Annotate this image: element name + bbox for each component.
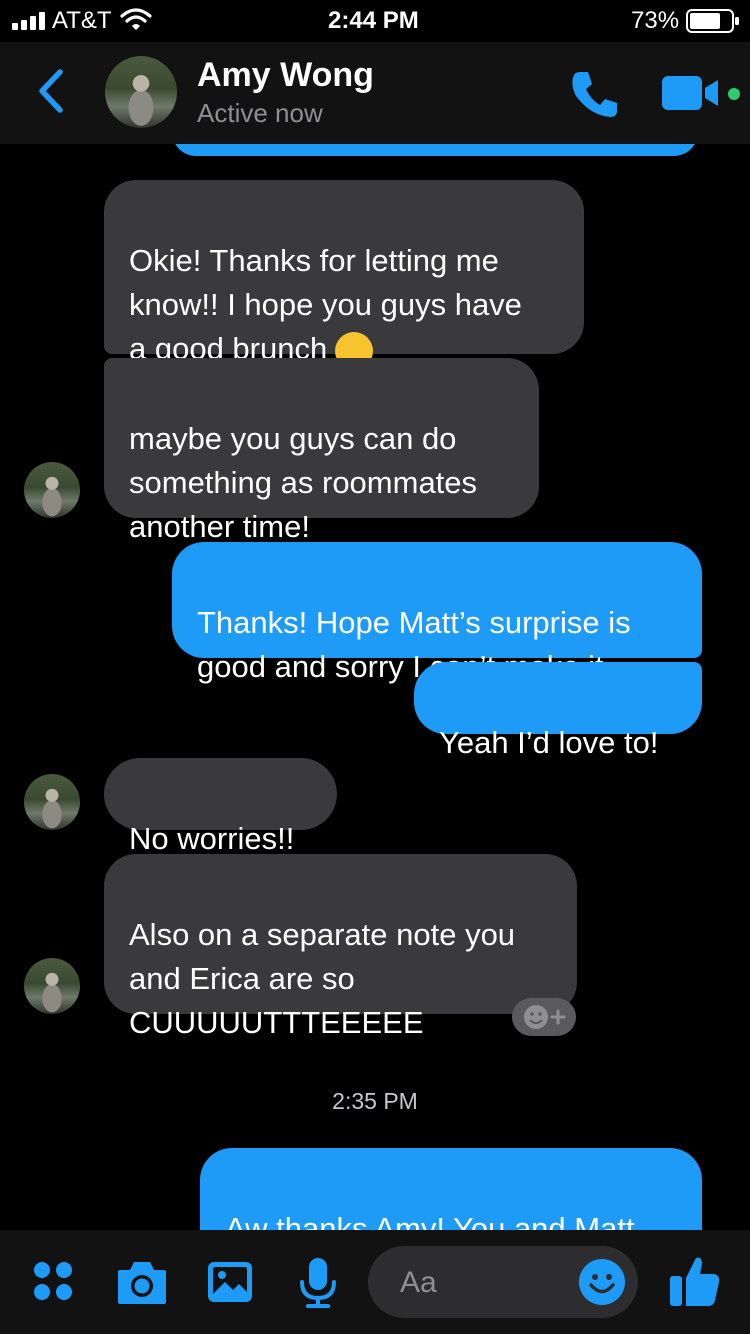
camera-icon (118, 1262, 166, 1304)
emoji-button[interactable] (578, 1258, 626, 1306)
status-bar: AT&T 2:44 PM 73% (0, 0, 750, 42)
back-button[interactable] (30, 66, 74, 116)
video-camera-icon (662, 76, 718, 110)
sender-avatar[interactable] (24, 462, 80, 518)
voice-message-button[interactable] (298, 1256, 338, 1310)
timestamp-divider: 2:35 PM (332, 1088, 418, 1114)
message-text: maybe you guys can do something as roomm… (129, 421, 478, 544)
message-bubble-outgoing[interactable]: Thanks! Hope Matt’s surprise is good and… (172, 542, 702, 684)
microphone-icon (300, 1258, 336, 1308)
chat-header: Amy Wong Active now (0, 42, 750, 144)
message-input-placeholder: Aa (400, 1266, 437, 1299)
message-bubble-incoming[interactable]: No worries!! (104, 758, 337, 856)
message-bubble-outgoing[interactable]: Yeah I’d love to! (414, 662, 702, 760)
chevron-left-icon (39, 69, 63, 113)
contact-avatar[interactable] (105, 56, 177, 128)
wifi-icon (120, 8, 152, 32)
message-text: Also on a separate note you and Erica ar… (129, 917, 516, 1040)
message-text: Yeah I’d love to! (439, 725, 659, 760)
contact-name[interactable]: Amy Wong (197, 56, 374, 95)
sender-avatar[interactable] (24, 774, 80, 830)
smiley-icon (579, 1259, 625, 1305)
clock: 2:44 PM (328, 7, 419, 34)
composer-bar: Aa (0, 1230, 750, 1334)
thumbs-up-icon (670, 1257, 720, 1306)
message-text: Okie! Thanks for letting me know!! I hop… (129, 243, 522, 366)
message-bubble-incoming[interactable]: maybe you guys can do something as roomm… (104, 358, 539, 544)
online-indicator (728, 88, 740, 100)
add-reaction-button[interactable] (512, 998, 576, 1036)
more-actions-button[interactable] (32, 1260, 76, 1304)
call-button[interactable] (566, 66, 622, 122)
carrier-label: AT&T (52, 7, 112, 34)
signal-icon (12, 12, 48, 30)
message-bubble-incoming[interactable]: Also on a separate note you and Erica ar… (104, 854, 577, 1040)
phone-icon (572, 72, 617, 117)
message-text: No worries!! (129, 821, 295, 856)
message-bubble-incoming[interactable]: Okie! Thanks for letting me know!! I hop… (104, 180, 584, 405)
gallery-button[interactable] (206, 1258, 254, 1306)
sender-avatar[interactable] (24, 958, 80, 1014)
four-dots-icon (34, 1262, 72, 1300)
battery-icon (686, 9, 740, 33)
message-input[interactable]: Aa (368, 1246, 638, 1318)
battery-percent: 73% (631, 7, 680, 34)
video-call-button[interactable] (662, 74, 726, 114)
image-icon (208, 1262, 252, 1302)
active-status: Active now (197, 98, 323, 128)
camera-button[interactable] (116, 1258, 168, 1306)
like-button[interactable] (668, 1254, 722, 1308)
add-reaction-icon (524, 1005, 566, 1029)
